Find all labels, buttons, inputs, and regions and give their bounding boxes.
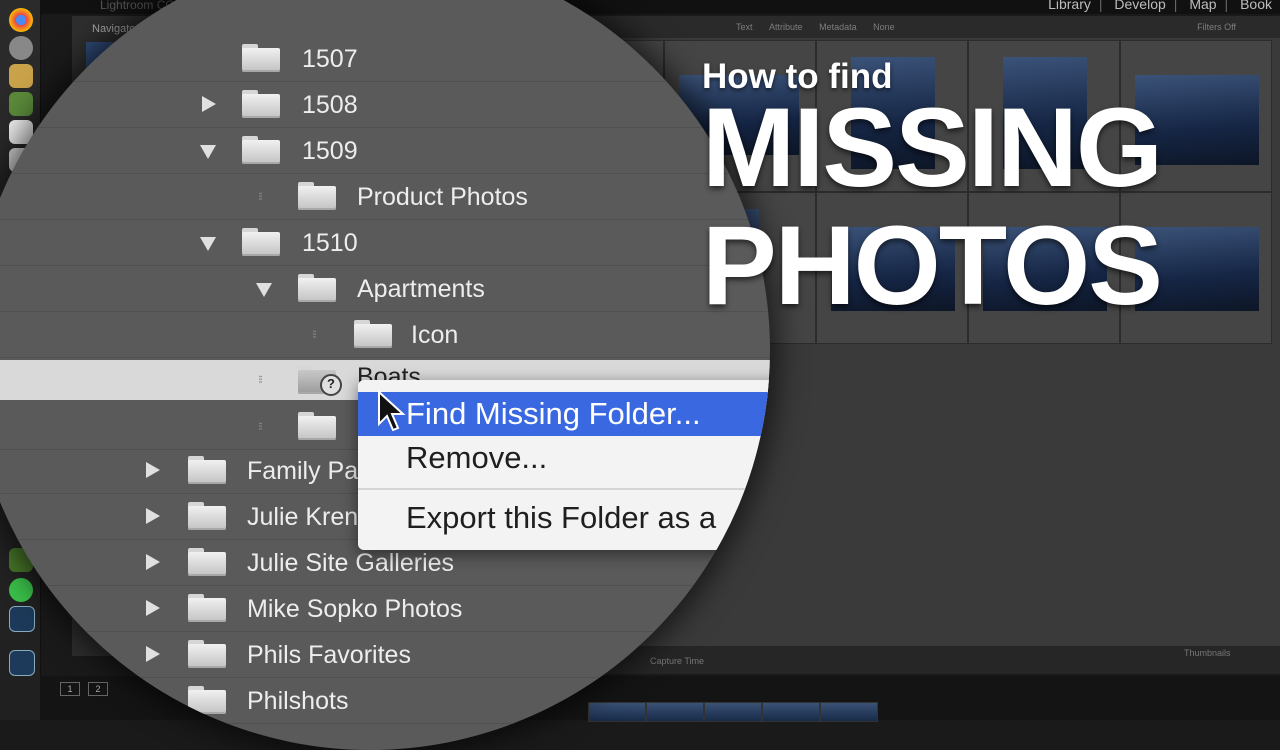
module-book[interactable]: Book [1240, 0, 1272, 12]
folder-row[interactable]: Phils Favorites [0, 632, 770, 678]
module-library[interactable]: Library [1048, 0, 1091, 12]
folder-label: Phils Favorites [247, 641, 411, 669]
disclosure-triangle-right-icon[interactable] [146, 462, 160, 478]
find-missing-folder-menu-item[interactable]: Find Missing Folder... [358, 392, 770, 436]
menu-divider [358, 488, 770, 490]
chrome-icon[interactable] [9, 8, 33, 32]
folder-label: 1510 [302, 229, 358, 257]
folder-row[interactable]: 1508 [0, 82, 770, 128]
folder-icon [188, 640, 226, 668]
folder-label: Icon [411, 321, 459, 349]
folder-label: 1509 [302, 137, 358, 165]
folder-icon [188, 502, 226, 530]
folder-icon [188, 686, 226, 714]
disclosure-triangle-down-icon[interactable] [200, 145, 216, 159]
folder-label: Mike Sopko Photos [247, 595, 463, 623]
folder-icon [242, 90, 280, 118]
disclosure-triangle-right-icon[interactable] [146, 692, 160, 708]
disclosure-triangle-down-icon[interactable] [200, 237, 216, 251]
filmstrip-thumbnail[interactable] [820, 702, 878, 722]
filmstrip-thumbnail[interactable] [762, 702, 820, 722]
folder-label: Family Pa [247, 457, 359, 485]
headline-line3: PHOTOS [702, 203, 1163, 328]
disclosure-triangle-right-icon[interactable] [146, 508, 160, 524]
filter-none[interactable]: None [873, 22, 895, 32]
export-folder-menu-item[interactable]: Export this Folder as a [358, 496, 770, 540]
folder-label: 1508 [302, 91, 358, 119]
folder-icon [188, 548, 226, 576]
question-mark-icon: ? [320, 374, 342, 396]
disclosure-triangle-right-icon[interactable] [146, 646, 160, 662]
context-menu: Find Missing Folder... Remove... Export … [358, 380, 770, 550]
folder-icon [242, 136, 280, 164]
remove-menu-item[interactable]: Remove... [358, 436, 770, 480]
leaf-dots-icon: ⁝⁝ [312, 329, 317, 341]
filters-off[interactable]: Filters Off [1197, 22, 1236, 32]
headline-line2: MISSING [702, 85, 1163, 210]
folder-label: Julie Kren [247, 503, 359, 531]
filter-metadata[interactable]: Metadata [819, 22, 857, 32]
folder-row[interactable]: Apartments [0, 266, 770, 312]
folder-row[interactable]: 1510 [0, 220, 770, 266]
folder-row[interactable]: 1507 [0, 36, 770, 82]
leaf-dots-icon: ⁝⁝ [258, 374, 263, 386]
video-title-overlay: How to find MISSING PHOTOS [702, 58, 1280, 322]
folder-row[interactable]: ⁝⁝ Icon [0, 312, 770, 358]
leaf-dots-icon: ⁝⁝ [258, 421, 263, 433]
folder-row[interactable]: Mike Sopko Photos [0, 586, 770, 632]
folder-label: Apartments [357, 275, 485, 303]
module-develop[interactable]: Develop [1114, 0, 1165, 12]
module-map[interactable]: Map [1189, 0, 1216, 12]
folder-icon [188, 456, 226, 484]
folder-row[interactable]: Philshots [0, 678, 770, 724]
folder-icon [354, 320, 392, 348]
folder-icon [242, 228, 280, 256]
folder-icon [298, 182, 336, 210]
folder-icon [298, 412, 336, 440]
folder-icon [242, 44, 280, 72]
folder-label: Philshots [247, 687, 349, 715]
disclosure-triangle-right-icon[interactable] [146, 600, 160, 616]
folder-label: Julie Site Galleries [247, 549, 455, 577]
disclosure-triangle-down-icon[interactable] [256, 283, 272, 297]
thumbnails-label: Thumbnails [1184, 648, 1231, 658]
missing-folder-icon: ? [298, 366, 342, 396]
disclosure-triangle-right-icon[interactable] [202, 96, 216, 112]
filter-text[interactable]: Text [736, 22, 753, 32]
filter-attribute[interactable]: Attribute [769, 22, 803, 32]
folder-label: 1507 [302, 45, 358, 73]
folder-icon [298, 274, 336, 302]
leaf-dots-icon: ⁝⁝ [258, 191, 263, 203]
disclosure-triangle-right-icon[interactable] [146, 554, 160, 570]
folder-row[interactable]: ⁝⁝ Product Photos [0, 174, 770, 220]
magnifier-folder-tree: 1507 1508 1509 ⁝⁝ Product Photos 1510 Ap… [0, 0, 770, 750]
folder-label: Product Photos [357, 183, 528, 211]
library-filter-bar: Text Attribute Metadata None Filters Off [512, 16, 1280, 38]
folder-icon [188, 594, 226, 622]
module-picker: Library | Develop | Map | Book [1040, 0, 1280, 12]
mouse-cursor-icon [378, 390, 406, 432]
folder-row[interactable]: 1509 [0, 128, 770, 174]
